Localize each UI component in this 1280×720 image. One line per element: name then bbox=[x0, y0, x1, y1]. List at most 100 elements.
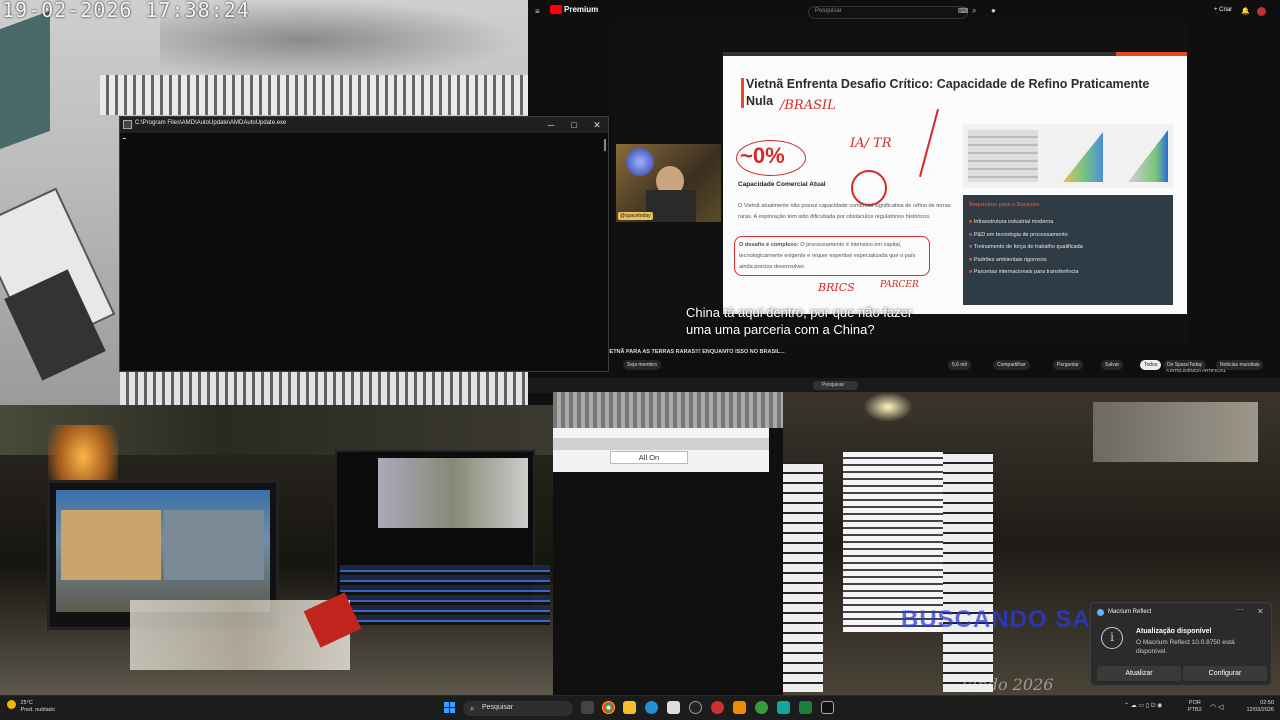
challenge-label: O desafio é complexo: bbox=[739, 242, 799, 248]
window-grate-right bbox=[943, 452, 993, 692]
requirement-item: Padrões ambientais rigorosos bbox=[969, 254, 1169, 267]
caption-line-2: uma uma parceria com a China? bbox=[686, 322, 875, 337]
youtube-search-input[interactable]: Pesquisar bbox=[808, 6, 968, 19]
slide-subtitle: Capacidade Comercial Atual bbox=[738, 181, 826, 188]
handwritten-parcer: PARCER bbox=[880, 280, 919, 290]
chip-all[interactable]: Todos bbox=[1140, 360, 1162, 370]
streamer-webcam bbox=[616, 144, 721, 222]
amd-autoupdate-console[interactable]: C:\Program Files\AMD\AutoUpdate\AMDAutoU… bbox=[119, 116, 609, 372]
vlc-icon[interactable] bbox=[733, 701, 746, 714]
app-teal-icon[interactable] bbox=[777, 701, 790, 714]
all-on-button[interactable]: All On bbox=[610, 451, 688, 464]
macrium-notification[interactable]: Macrium Reflect ··· ✕ i Atualização disp… bbox=[1090, 602, 1272, 686]
save-button[interactable]: Salvar bbox=[1101, 360, 1124, 370]
notification-app-name: Macrium Reflect bbox=[1108, 609, 1152, 615]
search-icon[interactable]: ⌕ bbox=[972, 6, 976, 16]
input-language[interactable]: POR PTB2 bbox=[1188, 700, 1202, 714]
language-code: POR bbox=[1188, 700, 1201, 706]
chrome-icon[interactable] bbox=[602, 701, 615, 714]
percent-value: ~0% bbox=[740, 143, 785, 168]
chart-graph-2 bbox=[1128, 130, 1168, 182]
start-button[interactable] bbox=[444, 702, 456, 714]
terminal-icon[interactable] bbox=[821, 701, 834, 714]
console-scrollbar[interactable] bbox=[604, 139, 606, 151]
chart-graph bbox=[1063, 132, 1103, 182]
hanging-panel bbox=[0, 10, 50, 150]
youtube-header: ≡ Premium Pesquisar ⌨ ⌕ ● + Criar 🔔 bbox=[528, 0, 1280, 24]
console-title: C:\Program Files\AMD\AutoUpdate\AMDAutoU… bbox=[135, 120, 287, 126]
weather-widget[interactable]: 25°C Pred. nublado bbox=[7, 700, 55, 714]
menu-icon[interactable]: ≡ bbox=[535, 7, 540, 16]
slide-chart-image bbox=[963, 124, 1173, 188]
notification-title: Atualização disponível bbox=[1136, 628, 1212, 635]
system-tray-icons[interactable]: ⌃ ☁ ▭ ▯ ⏻ ◉ bbox=[1124, 702, 1162, 710]
close-button[interactable]: ✕ bbox=[586, 118, 608, 132]
second-monitor-screen bbox=[378, 458, 528, 528]
youtube-play-icon bbox=[550, 5, 562, 15]
requirement-item: Parcerias internacionais para transferên… bbox=[969, 266, 1169, 279]
taskbar-search[interactable]: ⌕ Pesquisar bbox=[463, 701, 573, 716]
macrium-app-icon bbox=[1097, 609, 1104, 616]
share-button[interactable]: Compartilhar bbox=[993, 360, 1030, 370]
console-cursor bbox=[123, 138, 126, 139]
requirement-item: Infraestrutura industrial moderna bbox=[969, 216, 1169, 229]
file-explorer-icon[interactable] bbox=[623, 701, 636, 714]
like-button[interactable]: 5,6 mil bbox=[948, 360, 971, 370]
join-button[interactable]: Seja membro bbox=[623, 360, 661, 370]
slide-challenge-box: O desafio é complexo: O processamento é … bbox=[734, 236, 930, 276]
room-camera-feed bbox=[0, 405, 553, 695]
sidebar-video-title[interactable]: A INTELIGÊNCIA ARTIFICIAL bbox=[1166, 368, 1226, 373]
requirements-list: Infraestrutura industrial moderna P&D em… bbox=[969, 216, 1169, 279]
notifications-icon[interactable]: 🔔 bbox=[1241, 7, 1250, 15]
console-titlebar[interactable]: C:\Program Files\AMD\AutoUpdate\AMDAutoU… bbox=[120, 117, 608, 133]
obs-icon[interactable] bbox=[689, 701, 702, 714]
keyboard-icon[interactable]: ⌨ bbox=[958, 7, 968, 15]
maximize-button[interactable]: □ bbox=[563, 118, 585, 132]
excel-icon[interactable] bbox=[799, 701, 812, 714]
handwritten-brics: BRICS bbox=[818, 281, 855, 294]
panel-camera-strip bbox=[553, 392, 783, 428]
microphone-icon[interactable]: ● bbox=[991, 6, 996, 15]
slide-title-accent bbox=[741, 78, 744, 108]
weather-icon bbox=[7, 700, 16, 709]
notepad-icon[interactable] bbox=[667, 701, 680, 714]
notification-more-button[interactable]: ··· bbox=[1236, 605, 1244, 614]
app-green-icon[interactable] bbox=[755, 701, 768, 714]
info-icon: i bbox=[1101, 627, 1123, 649]
app-red-icon[interactable] bbox=[711, 701, 724, 714]
configure-button[interactable]: Configurar bbox=[1183, 666, 1267, 681]
weather-temp: 25°C bbox=[20, 700, 33, 706]
update-button[interactable]: Atualizar bbox=[1097, 666, 1181, 681]
panel-body bbox=[553, 428, 769, 472]
channel-handle: @spacetoday bbox=[618, 212, 653, 220]
caption-line-1: China tá aqui dentro, por que não fazer bbox=[686, 305, 913, 320]
ask-button[interactable]: Perguntar bbox=[1053, 360, 1083, 370]
taskbar-search-label: Pesquisar bbox=[482, 704, 514, 711]
clock-date: 12/03/2026 bbox=[1246, 707, 1274, 713]
video-title: IETNÃ PARA AS TERRAS RARAS!!! ENQUANTO I… bbox=[608, 349, 785, 355]
minimize-button[interactable]: ─ bbox=[540, 118, 562, 132]
youtube-window: ≡ Premium Pesquisar ⌨ ⌕ ● + Criar 🔔 @spa… bbox=[528, 0, 1280, 378]
system-clock[interactable]: 02:50 12/03/2026 bbox=[1234, 700, 1274, 714]
panel-divider bbox=[553, 438, 769, 450]
desk-monitor-screen bbox=[56, 490, 270, 612]
remote-search-box[interactable]: Pesquisar bbox=[813, 381, 858, 390]
slide-body: O Vietnã atualmente não possui capacidad… bbox=[738, 203, 951, 220]
chart-table bbox=[968, 130, 1038, 182]
search-icon: ⌕ bbox=[470, 704, 475, 713]
second-monitor-editor bbox=[340, 565, 550, 625]
stairway bbox=[843, 452, 943, 632]
edge-icon[interactable] bbox=[645, 701, 658, 714]
avatar[interactable] bbox=[1257, 7, 1266, 16]
overlay-text: BUSCANDO SAI bbox=[901, 606, 1099, 633]
keyboard-layout: PTB2 bbox=[1188, 707, 1202, 713]
youtube-logo[interactable]: Premium bbox=[550, 5, 598, 15]
windows-taskbar: 25°C Pred. nublado ⌕ Pesquisar ⌃ ☁ ▭ ▯ ⏻… bbox=[0, 695, 1280, 720]
task-view-icon[interactable] bbox=[581, 701, 594, 714]
clock-time: 02:50 bbox=[1260, 700, 1274, 706]
window-grate-left bbox=[783, 462, 823, 692]
notification-close-button[interactable]: ✕ bbox=[1257, 607, 1264, 616]
requirement-item: P&D em tecnologia de processamento bbox=[969, 229, 1169, 242]
create-button[interactable]: + Criar bbox=[1214, 7, 1232, 13]
network-volume-icons[interactable]: ◠ ◁ bbox=[1210, 703, 1223, 711]
